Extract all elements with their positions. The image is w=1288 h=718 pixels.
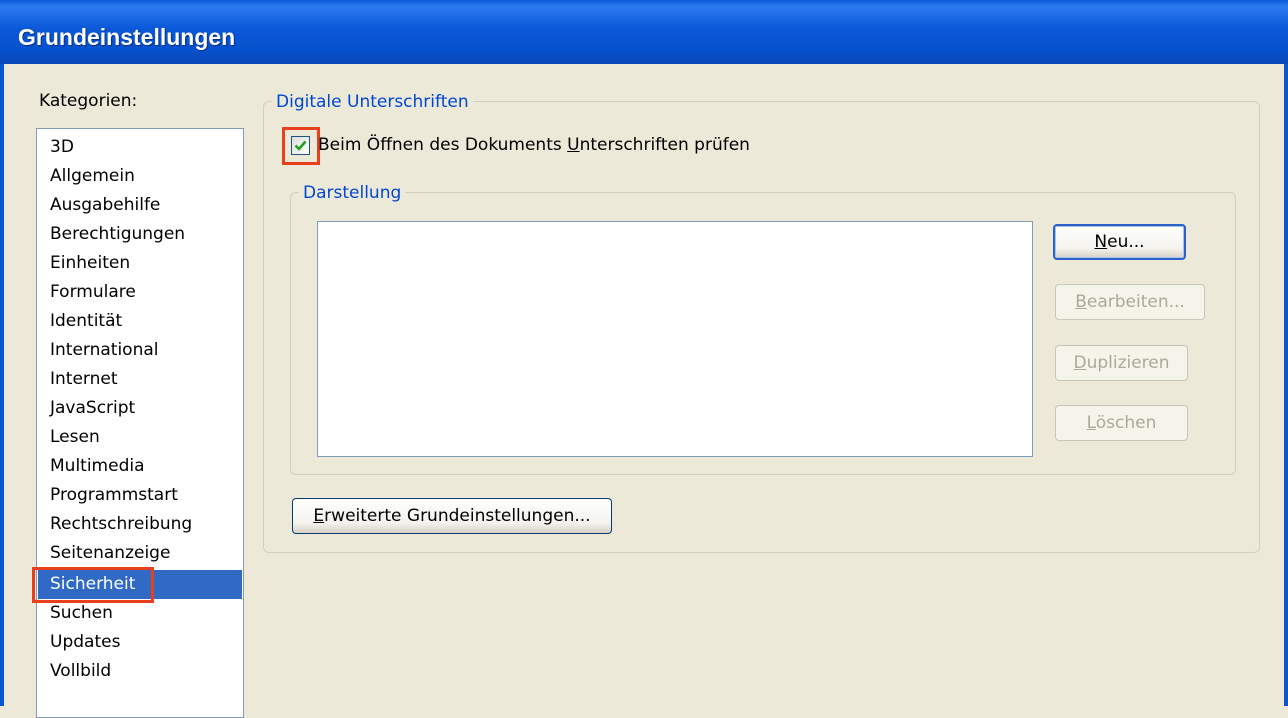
verify-signatures-label[interactable]: Beim Öffnen des Dokuments Unterschriften…	[318, 135, 750, 155]
category-item-einheiten[interactable]: Einheiten	[38, 249, 242, 278]
checkbox-highlight-box	[282, 127, 320, 165]
category-item-formulare[interactable]: Formulare	[38, 278, 242, 307]
window-title: Grundeinstellungen	[18, 24, 236, 50]
category-item-allgemein[interactable]: Allgemein	[38, 162, 242, 191]
new-button[interactable]: Neu...	[1053, 224, 1186, 260]
category-item-3d[interactable]: 3D	[38, 133, 242, 162]
category-item-berechtigungen[interactable]: Berechtigungen	[38, 220, 242, 249]
duplicate-button[interactable]: Duplizieren	[1055, 345, 1188, 381]
window-frame-right	[1284, 64, 1288, 706]
category-item-updates[interactable]: Updates	[38, 628, 242, 657]
advanced-settings-button[interactable]: Erweiterte Grundeinstellungen...	[292, 498, 612, 534]
category-item-international[interactable]: International	[38, 336, 242, 365]
categories-list[interactable]: 3D Allgemein Ausgabehilfe Berechtigungen…	[36, 128, 244, 718]
digital-signatures-legend: Digitale Unterschriften	[272, 92, 473, 112]
category-item-seitenanzeige[interactable]: Seitenanzeige	[38, 539, 242, 568]
category-item-vollbild[interactable]: Vollbild	[38, 657, 242, 686]
category-item-suchen[interactable]: Suchen	[38, 599, 242, 628]
title-bar[interactable]: Grundeinstellungen	[0, 0, 1288, 64]
appearance-list[interactable]	[317, 221, 1033, 457]
category-item-javascript[interactable]: JavaScript	[38, 394, 242, 423]
delete-button[interactable]: Löschen	[1055, 405, 1188, 441]
category-item-ausgabehilfe[interactable]: Ausgabehilfe	[38, 191, 242, 220]
category-item-identitaet[interactable]: Identität	[38, 307, 242, 336]
window-frame-left	[0, 64, 4, 706]
category-item-internet[interactable]: Internet	[38, 365, 242, 394]
appearance-legend: Darstellung	[299, 183, 406, 203]
category-item-programmstart[interactable]: Programmstart	[38, 481, 242, 510]
sicherheit-highlight-box	[32, 567, 154, 603]
categories-label: Kategorien:	[39, 91, 138, 111]
edit-button[interactable]: Bearbeiten...	[1055, 284, 1205, 320]
category-item-rechtschreibung[interactable]: Rechtschreibung	[38, 510, 242, 539]
category-item-lesen[interactable]: Lesen	[38, 423, 242, 452]
category-item-multimedia[interactable]: Multimedia	[38, 452, 242, 481]
